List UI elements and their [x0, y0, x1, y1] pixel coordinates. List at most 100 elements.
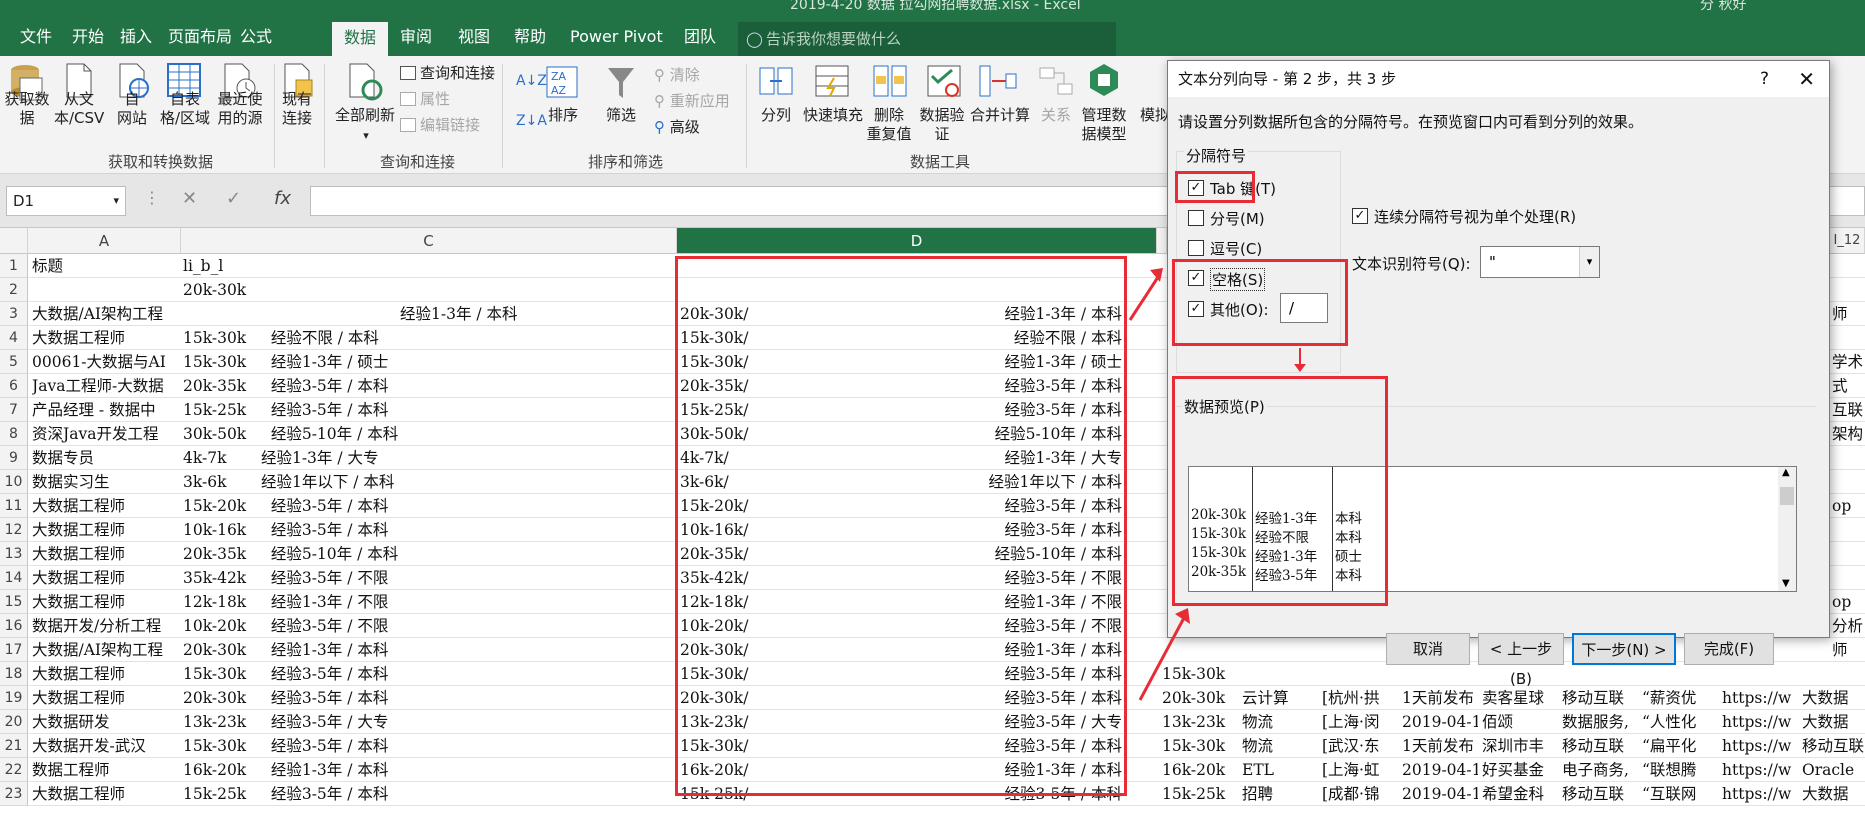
- row-header[interactable]: 7: [0, 398, 28, 422]
- next-button[interactable]: 下一步(N) >: [1572, 633, 1676, 665]
- row-header[interactable]: 5: [0, 350, 28, 374]
- cell-a[interactable]: 大数据工程师: [32, 326, 182, 350]
- tab-insert[interactable]: 插入: [120, 22, 152, 52]
- cell-right[interactable]: 大数据: [1802, 782, 1865, 806]
- tab-power-pivot[interactable]: Power Pivot: [570, 22, 663, 52]
- cancel-formula-icon[interactable]: ✕: [182, 188, 197, 209]
- cell-right[interactable]: https://w: [1722, 734, 1798, 758]
- sort-descending-icon[interactable]: Z↓A: [516, 112, 547, 131]
- cell-edge[interactable]: [1832, 470, 1865, 494]
- row-header[interactable]: 11: [0, 494, 28, 518]
- more-options-icon[interactable]: ⋮: [144, 188, 160, 207]
- cell-c[interactable]: li_b_l: [183, 254, 675, 278]
- row-header[interactable]: 22: [0, 758, 28, 782]
- cell-right[interactable]: 电子商务,: [1562, 758, 1638, 782]
- advanced-button[interactable]: ⚲ 高级: [654, 118, 700, 137]
- row-header[interactable]: 6: [0, 374, 28, 398]
- tab-view[interactable]: 视图: [458, 22, 490, 52]
- row-header[interactable]: 16: [0, 614, 28, 638]
- cell-right[interactable]: 物流: [1242, 734, 1318, 758]
- cell-a[interactable]: 标题: [32, 254, 182, 278]
- cell-a[interactable]: 大数据工程师: [32, 518, 182, 542]
- cell-c[interactable]: 20k-35k 经验3-5年 / 本科: [183, 374, 675, 398]
- get-data-button[interactable]: 获取数 据: [2, 90, 52, 128]
- cell-right[interactable]: 13k-23k: [1162, 710, 1238, 734]
- cell-right[interactable]: 1天前发布: [1402, 686, 1478, 710]
- existing-connections-button[interactable]: 现有 连接: [276, 90, 318, 128]
- cell-edge[interactable]: 师: [1832, 302, 1865, 326]
- row-header[interactable]: 8: [0, 422, 28, 446]
- cell-right[interactable]: 移动互联: [1802, 734, 1865, 758]
- from-table-button[interactable]: 自表 格/区域: [160, 90, 210, 128]
- from-web-button[interactable]: 自 网站: [114, 90, 150, 128]
- refresh-all-button[interactable]: 全部刷新: [330, 106, 400, 125]
- cell-a[interactable]: 大数据工程师: [32, 542, 182, 566]
- cell-edge[interactable]: [1832, 662, 1865, 686]
- column-header-d[interactable]: D: [677, 228, 1157, 254]
- cell-c[interactable]: 10k-20k 经验3-5年 / 不限: [183, 614, 675, 638]
- cell-a[interactable]: [32, 278, 182, 302]
- cell-edge[interactable]: [1832, 518, 1865, 542]
- cell-c[interactable]: 20k-30k 经验1-3年 / 本科: [183, 638, 675, 662]
- tell-me-search[interactable]: ◯ 告诉我你想要做什么: [738, 22, 1116, 56]
- cell-a[interactable]: 数据实习生: [32, 470, 182, 494]
- cell-right[interactable]: “薪资优: [1642, 686, 1718, 710]
- column-header-c[interactable]: C: [181, 228, 677, 254]
- cell-edge[interactable]: [1832, 566, 1865, 590]
- cell-right[interactable]: 移动互联: [1562, 686, 1638, 710]
- remove-duplicates-button[interactable]: 删除 重复值: [864, 106, 914, 144]
- cell-right[interactable]: 20k-30k: [1162, 686, 1238, 710]
- cell-c[interactable]: 15k-25k 经验3-5年 / 本科: [183, 398, 675, 422]
- relationships-button[interactable]: 关系: [1036, 106, 1076, 125]
- cell-edge[interactable]: 互联: [1832, 398, 1865, 422]
- cell-c[interactable]: 13k-23k 经验3-5年 / 大专: [183, 710, 675, 734]
- cell-a[interactable]: 00061-大数据与AI: [32, 350, 182, 374]
- cell-right[interactable]: [上海·闵: [1322, 710, 1398, 734]
- text-to-columns-button[interactable]: 分列: [756, 106, 796, 125]
- manage-data-model-button[interactable]: 管理数 据模型: [1076, 106, 1132, 144]
- cell-c[interactable]: 15k-20k 经验3-5年 / 本科: [183, 494, 675, 518]
- preview-vertical-scrollbar[interactable]: ▲ ▼: [1778, 467, 1796, 591]
- cell-a[interactable]: 大数据工程师: [32, 494, 182, 518]
- cell-right[interactable]: 15k-25k: [1162, 782, 1238, 806]
- cell-a[interactable]: 大数据/AI架构工程: [32, 638, 182, 662]
- cell-edge[interactable]: op: [1832, 494, 1865, 518]
- cell-right[interactable]: “人性化: [1642, 710, 1718, 734]
- queries-connections-button[interactable]: 查询和连接: [420, 64, 495, 83]
- row-header[interactable]: 13: [0, 542, 28, 566]
- clear-button[interactable]: ⚲ 清除: [654, 66, 700, 85]
- sort-ascending-icon[interactable]: A↓Z: [516, 72, 547, 91]
- cell-right[interactable]: 招聘: [1242, 782, 1318, 806]
- cell-edge[interactable]: [1832, 254, 1865, 278]
- cell-right[interactable]: “互联网: [1642, 782, 1718, 806]
- cell-edge[interactable]: 架构: [1832, 422, 1865, 446]
- cell-c[interactable]: 10k-16k 经验3-5年 / 本科: [183, 518, 675, 542]
- comma-label[interactable]: 逗号(C): [1210, 238, 1262, 259]
- row-header[interactable]: 23: [0, 782, 28, 806]
- cell-c[interactable]: 30k-50k 经验5-10年 / 本科: [183, 422, 675, 446]
- chevron-down-icon[interactable]: ▾: [356, 126, 376, 145]
- flash-fill-button[interactable]: 快速填充: [800, 106, 866, 125]
- chevron-down-icon[interactable]: ▼: [1782, 578, 1790, 589]
- cell-right[interactable]: https://w: [1722, 710, 1798, 734]
- cell-c[interactable]: 15k-30k 经验3-5年 / 本科: [183, 662, 675, 686]
- cell-right[interactable]: 2019-04-1: [1402, 782, 1478, 806]
- cell-right[interactable]: ETL: [1242, 758, 1318, 782]
- cell-right[interactable]: https://w: [1722, 758, 1798, 782]
- tab-data[interactable]: 数据: [332, 22, 389, 56]
- cell-right[interactable]: 15k-30k: [1162, 734, 1238, 758]
- semicolon-checkbox[interactable]: [1188, 210, 1204, 226]
- cell-edge[interactable]: 分析: [1832, 614, 1865, 638]
- name-box[interactable]: D1 ▾: [6, 186, 126, 216]
- cell-edge[interactable]: [1832, 542, 1865, 566]
- properties-button[interactable]: 属性: [420, 90, 450, 109]
- select-all-corner[interactable]: [0, 228, 28, 254]
- tab-formulas[interactable]: 公式: [240, 22, 272, 52]
- cell-a[interactable]: 大数据工程师: [32, 566, 182, 590]
- insert-function-icon[interactable]: fx: [274, 188, 291, 209]
- chevron-up-icon[interactable]: ▲: [1782, 467, 1790, 478]
- enter-formula-icon[interactable]: ✓: [226, 188, 241, 209]
- cell-edge[interactable]: [1832, 278, 1865, 302]
- row-header[interactable]: 9: [0, 446, 28, 470]
- column-header-tail[interactable]: I_12: [1830, 228, 1865, 254]
